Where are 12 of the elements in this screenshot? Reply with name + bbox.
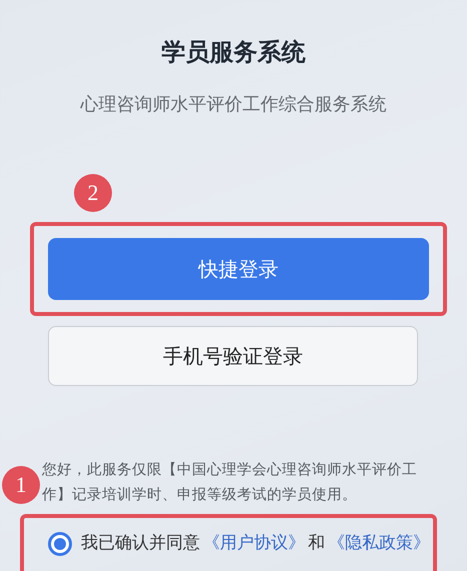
phone-login-button[interactable]: 手机号验证登录 [48,326,418,386]
notice-text: 您好，此服务仅限【中国心理学会心理咨询师水平评价工作】记录培训学时、申报等级考试的学员使用。 [42,460,418,505]
app-title: 学员服务系统 [160,37,306,68]
agreement-link[interactable]: 《隐私政策》 [328,531,430,555]
step-marker: 2 [74,174,112,212]
agreement-text: 我已确认并同意 [81,532,200,555]
agree-radio[interactable] [48,532,72,556]
agreement-text: 和 [308,532,325,555]
quick-login-button[interactable]: 快捷登录 [48,238,429,300]
app-subtitle: 心理咨询师水平评价工作综合服务系统 [79,93,388,117]
step-marker: 1 [2,466,40,504]
agreement-link[interactable]: 《用户协议》 [203,531,305,555]
